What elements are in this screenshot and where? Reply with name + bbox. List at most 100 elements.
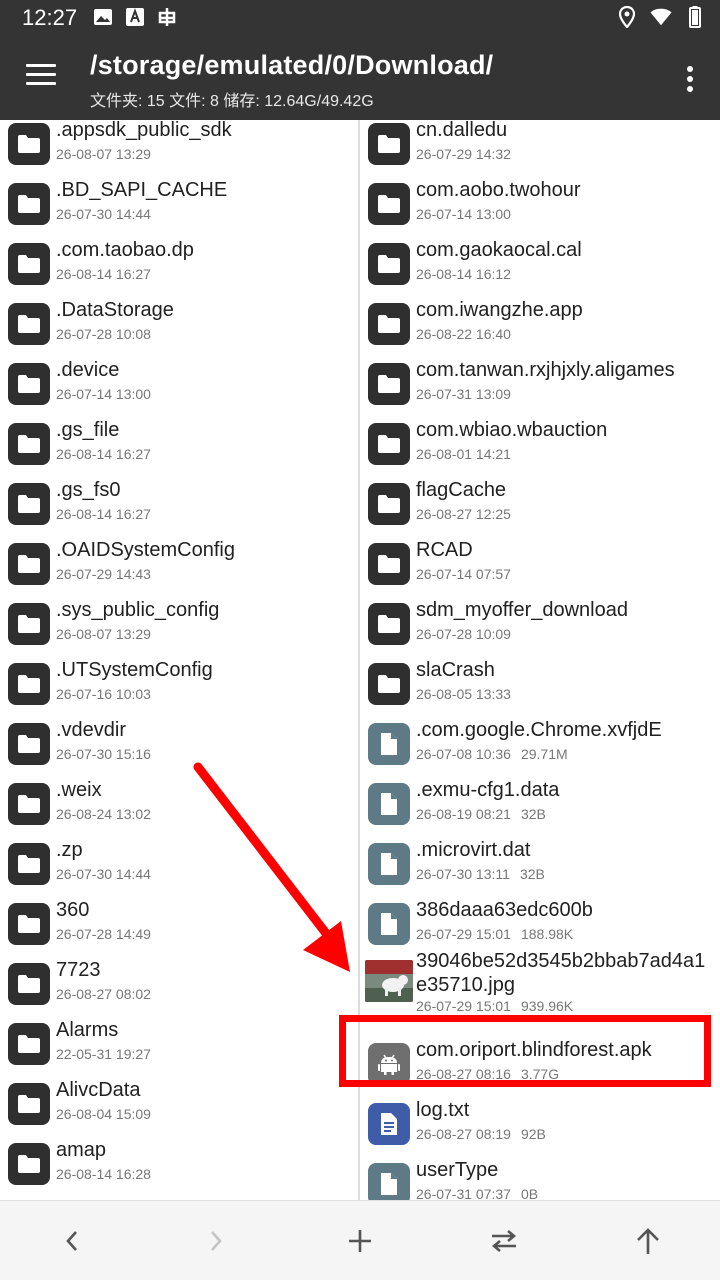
left-file-pane[interactable]: .appsdk_public_sdk 26-08-07 13:29 .BD_SAPI… — [0, 120, 358, 1200]
item-size: 32B — [520, 806, 546, 822]
item-name: .zp — [56, 839, 83, 861]
file-row[interactable]: log.txt 26-08-27 08:19 92B — [360, 1096, 720, 1156]
status-bar: 12:27 — [0, 0, 720, 36]
folder-row[interactable]: com.aobo.twohour 26-07-14 13:00 — [360, 176, 720, 236]
folder-row[interactable]: com.tanwan.rxjhjxly.aligames 26-07-31 13:… — [360, 356, 720, 416]
item-date: 26-08-24 13:02 — [56, 806, 151, 822]
folder-row[interactable]: .com.taobao.dp 26-08-14 16:27 — [0, 236, 358, 296]
bug-icon — [156, 6, 178, 28]
item-date: 26-07-30 14:44 — [56, 206, 151, 222]
file-row[interactable]: .exmu-cfg1.data 26-08-19 08:21 32B — [360, 776, 720, 836]
folder-row[interactable]: .DataStorage 26-07-28 10:08 — [0, 296, 358, 356]
forward-icon[interactable] — [198, 1223, 234, 1259]
location-icon — [616, 6, 638, 28]
folder-icon — [368, 183, 410, 225]
item-meta: 26-08-14 16:27 — [56, 266, 151, 282]
folder-icon — [8, 1083, 50, 1125]
file-row[interactable]: userType 26-07-31 07:37 0B — [360, 1156, 720, 1200]
item-meta: 26-08-24 13:02 — [56, 806, 151, 822]
folder-row[interactable]: com.gaokaocal.cal 26-08-14 16:12 — [360, 236, 720, 296]
item-meta: 26-07-28 10:08 — [56, 326, 151, 342]
folder-row[interactable]: .OAIDSystemConfig 26-07-29 14:43 — [0, 536, 358, 596]
add-icon[interactable] — [342, 1223, 378, 1259]
file-icon — [368, 903, 410, 945]
folder-row[interactable]: .weix 26-08-24 13:02 — [0, 776, 358, 836]
folder-row[interactable]: cn.dalledu 26-07-29 14:32 — [360, 120, 720, 176]
folder-row[interactable]: slaCrash 26-08-05 13:33 — [360, 656, 720, 716]
folder-row[interactable]: .sys_public_config 26-08-07 13:29 — [0, 596, 358, 656]
item-date: 26-08-07 13:29 — [56, 626, 151, 642]
folder-row[interactable]: flagCache 26-08-27 12:25 — [360, 476, 720, 536]
item-name: amap — [56, 1139, 107, 1161]
folder-row[interactable]: AlivcData 26-08-04 15:09 — [0, 1076, 358, 1136]
file-row[interactable]: .com.google.Chrome.xvfjdE 26-07-08 10:36 2… — [360, 716, 720, 776]
folder-icon — [8, 303, 50, 345]
hamburger-menu-icon[interactable] — [26, 64, 56, 88]
item-date: 26-07-30 15:16 — [56, 746, 151, 762]
folder-row[interactable]: com.iwangzhe.app 26-08-22 16:40 — [360, 296, 720, 356]
item-date: 26-08-07 13:29 — [56, 146, 151, 162]
file-icon — [368, 723, 410, 765]
item-date: 26-08-22 16:40 — [416, 326, 511, 342]
item-meta: 26-08-19 08:21 32B — [416, 806, 546, 822]
item-meta: 26-07-14 07:57 — [416, 566, 511, 582]
item-name: 360 — [56, 899, 90, 921]
folder-row[interactable]: .BD_SAPI_CACHE 26-07-30 14:44 — [0, 176, 358, 236]
item-name: .gs_file — [56, 419, 120, 441]
folder-icon — [8, 1143, 50, 1185]
item-meta: 26-07-28 14:49 — [56, 926, 151, 942]
folder-icon — [368, 303, 410, 345]
item-meta: 26-07-30 14:44 — [56, 206, 151, 222]
folder-row[interactable]: 7723 26-08-27 08:02 — [0, 956, 358, 1016]
item-name: cn.dalledu — [416, 120, 508, 141]
folder-row[interactable]: .vdevdir 26-07-30 15:16 — [0, 716, 358, 776]
folder-icon — [368, 543, 410, 585]
folder-row[interactable]: .device 26-07-14 13:00 — [0, 356, 358, 416]
item-name: com.wbiao.wbauction — [416, 419, 608, 441]
item-meta: 26-07-30 14:44 — [56, 866, 151, 882]
folder-row[interactable]: 360 26-07-28 14:49 — [0, 896, 358, 956]
item-name: .exmu-cfg1.data — [416, 779, 560, 801]
swap-icon[interactable] — [486, 1223, 522, 1259]
folder-icon — [368, 363, 410, 405]
item-date: 26-08-01 14:21 — [416, 446, 511, 462]
item-size: 0B — [520, 1186, 539, 1200]
item-date: 26-08-14 16:28 — [56, 1166, 151, 1182]
folder-row[interactable]: amap 26-08-14 16:28 — [0, 1136, 358, 1196]
item-meta: 26-07-29 14:32 — [416, 146, 511, 162]
folder-row[interactable]: Alarms 22-05-31 19:27 — [0, 1016, 358, 1076]
item-name: log.txt — [416, 1099, 470, 1121]
folder-row[interactable]: RCAD 26-07-14 07:57 — [360, 536, 720, 596]
item-date: 26-08-14 16:27 — [56, 446, 151, 462]
item-name: 386daaa63edc600b — [416, 899, 593, 921]
folder-row[interactable]: .gs_file 26-08-14 16:27 — [0, 416, 358, 476]
item-date: 26-08-27 08:19 — [416, 1126, 511, 1142]
folder-row[interactable]: sdm_myoffer_download 26-07-28 10:09 — [360, 596, 720, 656]
overflow-menu-icon[interactable] — [686, 66, 694, 92]
item-name: com.iwangzhe.app — [416, 299, 583, 321]
up-icon[interactable] — [630, 1223, 666, 1259]
folder-row[interactable]: .gs_fs0 26-08-14 16:27 — [0, 476, 358, 536]
back-icon[interactable] — [54, 1223, 90, 1259]
folder-row[interactable]: .UTSystemConfig 26-07-16 10:03 — [0, 656, 358, 716]
file-row[interactable]: .microvirt.dat 26-07-30 13:11 32B — [360, 836, 720, 896]
folder-icon — [8, 483, 50, 525]
item-name: Alarms — [56, 1019, 119, 1041]
item-size: 939.96K — [520, 998, 574, 1014]
folder-row[interactable]: com.wbiao.wbauction 26-08-01 14:21 — [360, 416, 720, 476]
item-meta: 26-08-04 15:09 — [56, 1106, 151, 1122]
folder-row[interactable]: .appsdk_public_sdk 26-08-07 13:29 — [0, 120, 358, 176]
item-name: com.tanwan.rxjhjxly.aligames — [416, 359, 675, 381]
item-name: .gs_fs0 — [56, 479, 121, 501]
item-date: 26-08-04 15:09 — [56, 1106, 151, 1122]
item-name: com.gaokaocal.cal — [416, 239, 582, 261]
file-icon — [368, 783, 410, 825]
item-meta: 26-08-07 13:29 — [56, 626, 151, 642]
item-name: AlivcData — [56, 1079, 141, 1101]
item-date: 26-07-29 15:01 — [416, 998, 511, 1014]
folder-icon — [368, 603, 410, 645]
item-date: 26-07-29 14:43 — [56, 566, 151, 582]
item-meta: 26-07-31 13:09 — [416, 386, 511, 402]
folder-row[interactable]: .zp 26-07-30 14:44 — [0, 836, 358, 896]
current-path: /storage/emulated/0/Download/ — [90, 50, 494, 80]
